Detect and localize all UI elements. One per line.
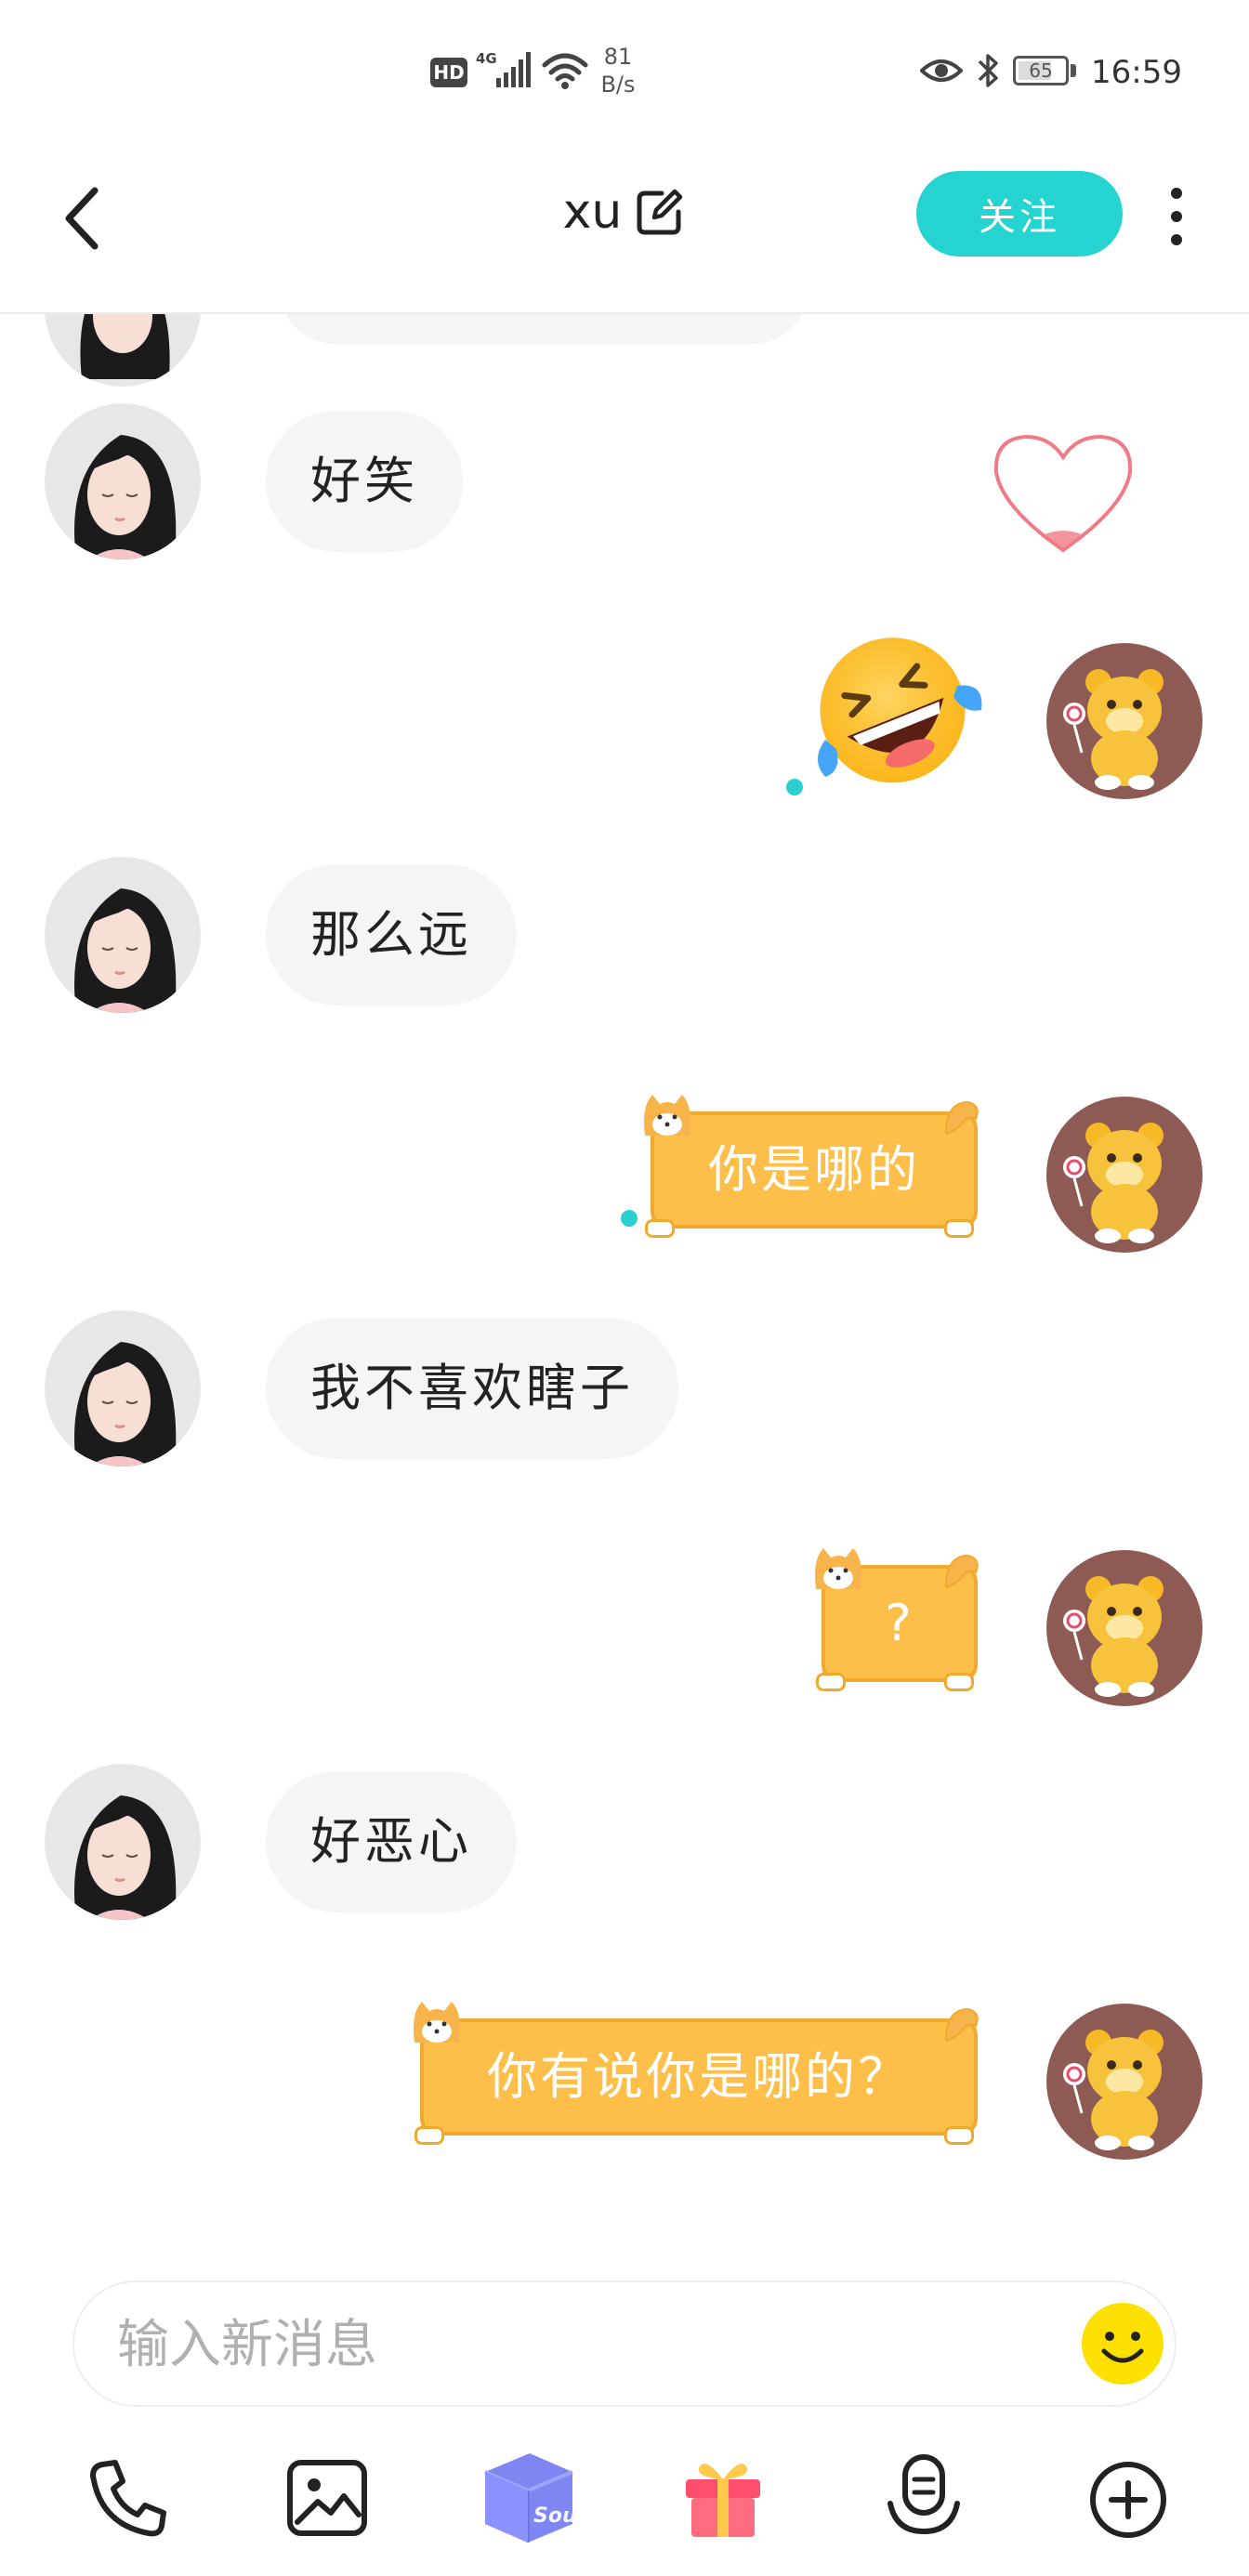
avatar-female[interactable] (45, 1310, 201, 1466)
unread-dot (621, 1210, 638, 1227)
soul-box-label: Soul (533, 2504, 578, 2528)
shiba-tail-icon (944, 1554, 979, 1589)
shiba-dog-icon (414, 2002, 460, 2043)
image-icon[interactable] (281, 2451, 374, 2544)
voice-icon[interactable] (877, 2451, 970, 2544)
rolling-laughing-emoji[interactable] (809, 630, 985, 788)
shiba-dog-icon (644, 1095, 690, 1136)
avatar[interactable] (45, 314, 201, 387)
message-bubble[interactable]: 那么远 (266, 864, 517, 1005)
message-input-bar (72, 2280, 1177, 2407)
avatar-bear[interactable] (1046, 1550, 1203, 1706)
avatar-bear[interactable] (1046, 1097, 1203, 1253)
message-bubble[interactable]: 好笑 (266, 411, 463, 552)
more-options-icon[interactable] (1162, 188, 1191, 249)
bluetooth-icon (978, 54, 998, 87)
heart-icon[interactable] (989, 429, 1137, 559)
avatar-bear[interactable] (1046, 643, 1203, 799)
signal-4g-icon: 4G (476, 50, 531, 87)
clock: 16:59 (1091, 54, 1182, 91)
chat-toolbar: Soul (0, 2435, 1249, 2556)
unread-dot (786, 779, 803, 795)
shiba-tail-icon (944, 2007, 979, 2043)
avatar-female[interactable] (45, 857, 201, 1013)
battery-icon: 65 (1013, 56, 1078, 87)
page-title: xu (562, 184, 623, 240)
shiba-message-bubble[interactable]: 你有说你是哪的？ (420, 2018, 978, 2136)
network-speed: 81 B/s (600, 44, 636, 98)
avatar-female[interactable] (45, 1764, 201, 1920)
eye-icon (920, 59, 963, 82)
status-bar: HD 4G 81 B/s 65 16:59 (0, 0, 1249, 139)
message-input[interactable] (115, 2282, 1048, 2407)
wifi-icon (542, 53, 588, 89)
follow-button[interactable]: 关注 (916, 171, 1123, 256)
shiba-dog-icon (815, 1548, 861, 1589)
message-bubble[interactable]: 我不喜欢瞎子 (266, 1318, 678, 1459)
shiba-message-bubble[interactable]: 你是哪的 (651, 1111, 978, 1229)
chat-header: xu 关注 (0, 139, 1249, 314)
avatar-female[interactable] (45, 403, 201, 559)
plus-icon[interactable] (1082, 2451, 1175, 2544)
message-list[interactable]: 好笑 那么远 你是哪的 我不喜欢瞎子 ? 好恶心 你有说你是哪的？ (0, 314, 1249, 2266)
message-bubble-partial (279, 314, 809, 344)
soul-box-icon[interactable]: Soul (476, 2448, 578, 2544)
avatar-bear[interactable] (1046, 2004, 1203, 2160)
edit-icon[interactable] (634, 186, 686, 238)
phone-icon[interactable] (82, 2451, 175, 2544)
emoji-picker-icon[interactable] (1080, 2301, 1165, 2386)
shiba-tail-icon (944, 1100, 979, 1136)
message-bubble[interactable]: 好恶心 (266, 1771, 517, 1912)
gift-icon[interactable] (677, 2451, 769, 2544)
svg-text:4G: 4G (476, 50, 497, 67)
hd-icon: HD (430, 58, 467, 87)
